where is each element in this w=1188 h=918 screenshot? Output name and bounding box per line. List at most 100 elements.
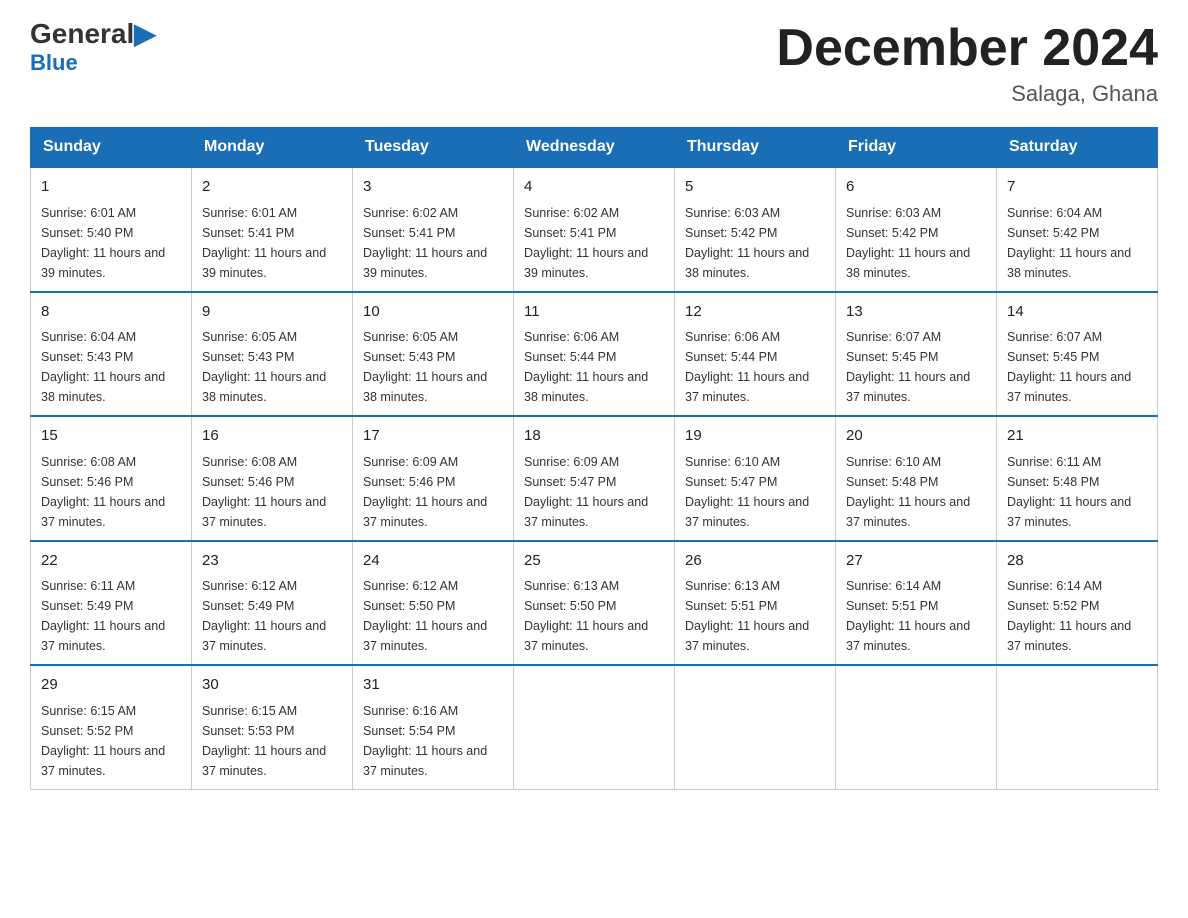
day-number: 3 — [363, 176, 503, 199]
day-number: 10 — [363, 301, 503, 324]
day-info: Sunrise: 6:04 AMSunset: 5:42 PMDaylight:… — [1007, 206, 1131, 280]
day-info: Sunrise: 6:07 AMSunset: 5:45 PMDaylight:… — [846, 330, 970, 404]
calendar-cell: 10 Sunrise: 6:05 AMSunset: 5:43 PMDaylig… — [353, 292, 514, 417]
calendar-cell: 25 Sunrise: 6:13 AMSunset: 5:50 PMDaylig… — [514, 541, 675, 666]
day-number: 20 — [846, 425, 986, 448]
calendar-cell: 21 Sunrise: 6:11 AMSunset: 5:48 PMDaylig… — [997, 416, 1158, 541]
calendar-header-row: SundayMondayTuesdayWednesdayThursdayFrid… — [31, 128, 1158, 168]
day-number: 28 — [1007, 550, 1147, 573]
calendar-cell: 27 Sunrise: 6:14 AMSunset: 5:51 PMDaylig… — [836, 541, 997, 666]
day-number: 8 — [41, 301, 181, 324]
calendar-cell: 19 Sunrise: 6:10 AMSunset: 5:47 PMDaylig… — [675, 416, 836, 541]
day-info: Sunrise: 6:10 AMSunset: 5:47 PMDaylight:… — [685, 455, 809, 529]
day-info: Sunrise: 6:06 AMSunset: 5:44 PMDaylight:… — [524, 330, 648, 404]
header-monday: Monday — [192, 128, 353, 168]
day-number: 27 — [846, 550, 986, 573]
day-info: Sunrise: 6:04 AMSunset: 5:43 PMDaylight:… — [41, 330, 165, 404]
day-number: 31 — [363, 674, 503, 697]
day-info: Sunrise: 6:11 AMSunset: 5:49 PMDaylight:… — [41, 579, 165, 653]
calendar-cell: 30 Sunrise: 6:15 AMSunset: 5:53 PMDaylig… — [192, 665, 353, 789]
week-row-5: 29 Sunrise: 6:15 AMSunset: 5:52 PMDaylig… — [31, 665, 1158, 789]
header-thursday: Thursday — [675, 128, 836, 168]
day-number: 26 — [685, 550, 825, 573]
day-info: Sunrise: 6:08 AMSunset: 5:46 PMDaylight:… — [41, 455, 165, 529]
day-info: Sunrise: 6:15 AMSunset: 5:52 PMDaylight:… — [41, 704, 165, 778]
day-info: Sunrise: 6:16 AMSunset: 5:54 PMDaylight:… — [363, 704, 487, 778]
day-info: Sunrise: 6:15 AMSunset: 5:53 PMDaylight:… — [202, 704, 326, 778]
day-number: 29 — [41, 674, 181, 697]
logo-blue: Blue — [30, 50, 78, 76]
calendar-cell — [514, 665, 675, 789]
calendar-cell: 15 Sunrise: 6:08 AMSunset: 5:46 PMDaylig… — [31, 416, 192, 541]
header-friday: Friday — [836, 128, 997, 168]
calendar-cell: 6 Sunrise: 6:03 AMSunset: 5:42 PMDayligh… — [836, 167, 997, 292]
day-number: 7 — [1007, 176, 1147, 199]
day-number: 24 — [363, 550, 503, 573]
day-number: 18 — [524, 425, 664, 448]
calendar-cell: 3 Sunrise: 6:02 AMSunset: 5:41 PMDayligh… — [353, 167, 514, 292]
day-number: 25 — [524, 550, 664, 573]
calendar-cell — [836, 665, 997, 789]
day-number: 2 — [202, 176, 342, 199]
calendar-table: SundayMondayTuesdayWednesdayThursdayFrid… — [30, 127, 1158, 790]
day-info: Sunrise: 6:06 AMSunset: 5:44 PMDaylight:… — [685, 330, 809, 404]
calendar-cell: 9 Sunrise: 6:05 AMSunset: 5:43 PMDayligh… — [192, 292, 353, 417]
day-info: Sunrise: 6:01 AMSunset: 5:40 PMDaylight:… — [41, 206, 165, 280]
calendar-cell: 28 Sunrise: 6:14 AMSunset: 5:52 PMDaylig… — [997, 541, 1158, 666]
day-info: Sunrise: 6:07 AMSunset: 5:45 PMDaylight:… — [1007, 330, 1131, 404]
title-section: December 2024 Salaga, Ghana — [776, 20, 1158, 107]
day-info: Sunrise: 6:09 AMSunset: 5:47 PMDaylight:… — [524, 455, 648, 529]
week-row-4: 22 Sunrise: 6:11 AMSunset: 5:49 PMDaylig… — [31, 541, 1158, 666]
day-number: 11 — [524, 301, 664, 324]
day-number: 22 — [41, 550, 181, 573]
header-sunday: Sunday — [31, 128, 192, 168]
calendar-cell: 16 Sunrise: 6:08 AMSunset: 5:46 PMDaylig… — [192, 416, 353, 541]
calendar-cell: 11 Sunrise: 6:06 AMSunset: 5:44 PMDaylig… — [514, 292, 675, 417]
calendar-cell: 13 Sunrise: 6:07 AMSunset: 5:45 PMDaylig… — [836, 292, 997, 417]
day-number: 4 — [524, 176, 664, 199]
day-info: Sunrise: 6:03 AMSunset: 5:42 PMDaylight:… — [685, 206, 809, 280]
calendar-cell: 23 Sunrise: 6:12 AMSunset: 5:49 PMDaylig… — [192, 541, 353, 666]
day-info: Sunrise: 6:02 AMSunset: 5:41 PMDaylight:… — [363, 206, 487, 280]
day-info: Sunrise: 6:05 AMSunset: 5:43 PMDaylight:… — [202, 330, 326, 404]
day-info: Sunrise: 6:14 AMSunset: 5:51 PMDaylight:… — [846, 579, 970, 653]
calendar-cell: 18 Sunrise: 6:09 AMSunset: 5:47 PMDaylig… — [514, 416, 675, 541]
header-saturday: Saturday — [997, 128, 1158, 168]
calendar-cell: 24 Sunrise: 6:12 AMSunset: 5:50 PMDaylig… — [353, 541, 514, 666]
header-tuesday: Tuesday — [353, 128, 514, 168]
week-row-2: 8 Sunrise: 6:04 AMSunset: 5:43 PMDayligh… — [31, 292, 1158, 417]
day-info: Sunrise: 6:10 AMSunset: 5:48 PMDaylight:… — [846, 455, 970, 529]
calendar-cell: 31 Sunrise: 6:16 AMSunset: 5:54 PMDaylig… — [353, 665, 514, 789]
header-wednesday: Wednesday — [514, 128, 675, 168]
calendar-cell: 29 Sunrise: 6:15 AMSunset: 5:52 PMDaylig… — [31, 665, 192, 789]
calendar-cell: 2 Sunrise: 6:01 AMSunset: 5:41 PMDayligh… — [192, 167, 353, 292]
calendar-cell — [675, 665, 836, 789]
calendar-cell: 8 Sunrise: 6:04 AMSunset: 5:43 PMDayligh… — [31, 292, 192, 417]
day-number: 1 — [41, 176, 181, 199]
calendar-cell: 22 Sunrise: 6:11 AMSunset: 5:49 PMDaylig… — [31, 541, 192, 666]
calendar-cell: 5 Sunrise: 6:03 AMSunset: 5:42 PMDayligh… — [675, 167, 836, 292]
day-info: Sunrise: 6:05 AMSunset: 5:43 PMDaylight:… — [363, 330, 487, 404]
day-info: Sunrise: 6:13 AMSunset: 5:50 PMDaylight:… — [524, 579, 648, 653]
day-info: Sunrise: 6:13 AMSunset: 5:51 PMDaylight:… — [685, 579, 809, 653]
calendar-cell: 26 Sunrise: 6:13 AMSunset: 5:51 PMDaylig… — [675, 541, 836, 666]
day-number: 13 — [846, 301, 986, 324]
day-info: Sunrise: 6:01 AMSunset: 5:41 PMDaylight:… — [202, 206, 326, 280]
day-info: Sunrise: 6:02 AMSunset: 5:41 PMDaylight:… — [524, 206, 648, 280]
calendar-cell: 14 Sunrise: 6:07 AMSunset: 5:45 PMDaylig… — [997, 292, 1158, 417]
calendar-cell: 4 Sunrise: 6:02 AMSunset: 5:41 PMDayligh… — [514, 167, 675, 292]
calendar-cell: 7 Sunrise: 6:04 AMSunset: 5:42 PMDayligh… — [997, 167, 1158, 292]
day-number: 9 — [202, 301, 342, 324]
day-info: Sunrise: 6:08 AMSunset: 5:46 PMDaylight:… — [202, 455, 326, 529]
day-info: Sunrise: 6:12 AMSunset: 5:49 PMDaylight:… — [202, 579, 326, 653]
week-row-1: 1 Sunrise: 6:01 AMSunset: 5:40 PMDayligh… — [31, 167, 1158, 292]
day-number: 23 — [202, 550, 342, 573]
logo: General▶ Blue — [30, 20, 156, 76]
location-label: Salaga, Ghana — [776, 81, 1158, 107]
calendar-cell: 12 Sunrise: 6:06 AMSunset: 5:44 PMDaylig… — [675, 292, 836, 417]
day-info: Sunrise: 6:14 AMSunset: 5:52 PMDaylight:… — [1007, 579, 1131, 653]
page-header: General▶ Blue December 2024 Salaga, Ghan… — [30, 20, 1158, 107]
day-info: Sunrise: 6:12 AMSunset: 5:50 PMDaylight:… — [363, 579, 487, 653]
day-number: 16 — [202, 425, 342, 448]
week-row-3: 15 Sunrise: 6:08 AMSunset: 5:46 PMDaylig… — [31, 416, 1158, 541]
